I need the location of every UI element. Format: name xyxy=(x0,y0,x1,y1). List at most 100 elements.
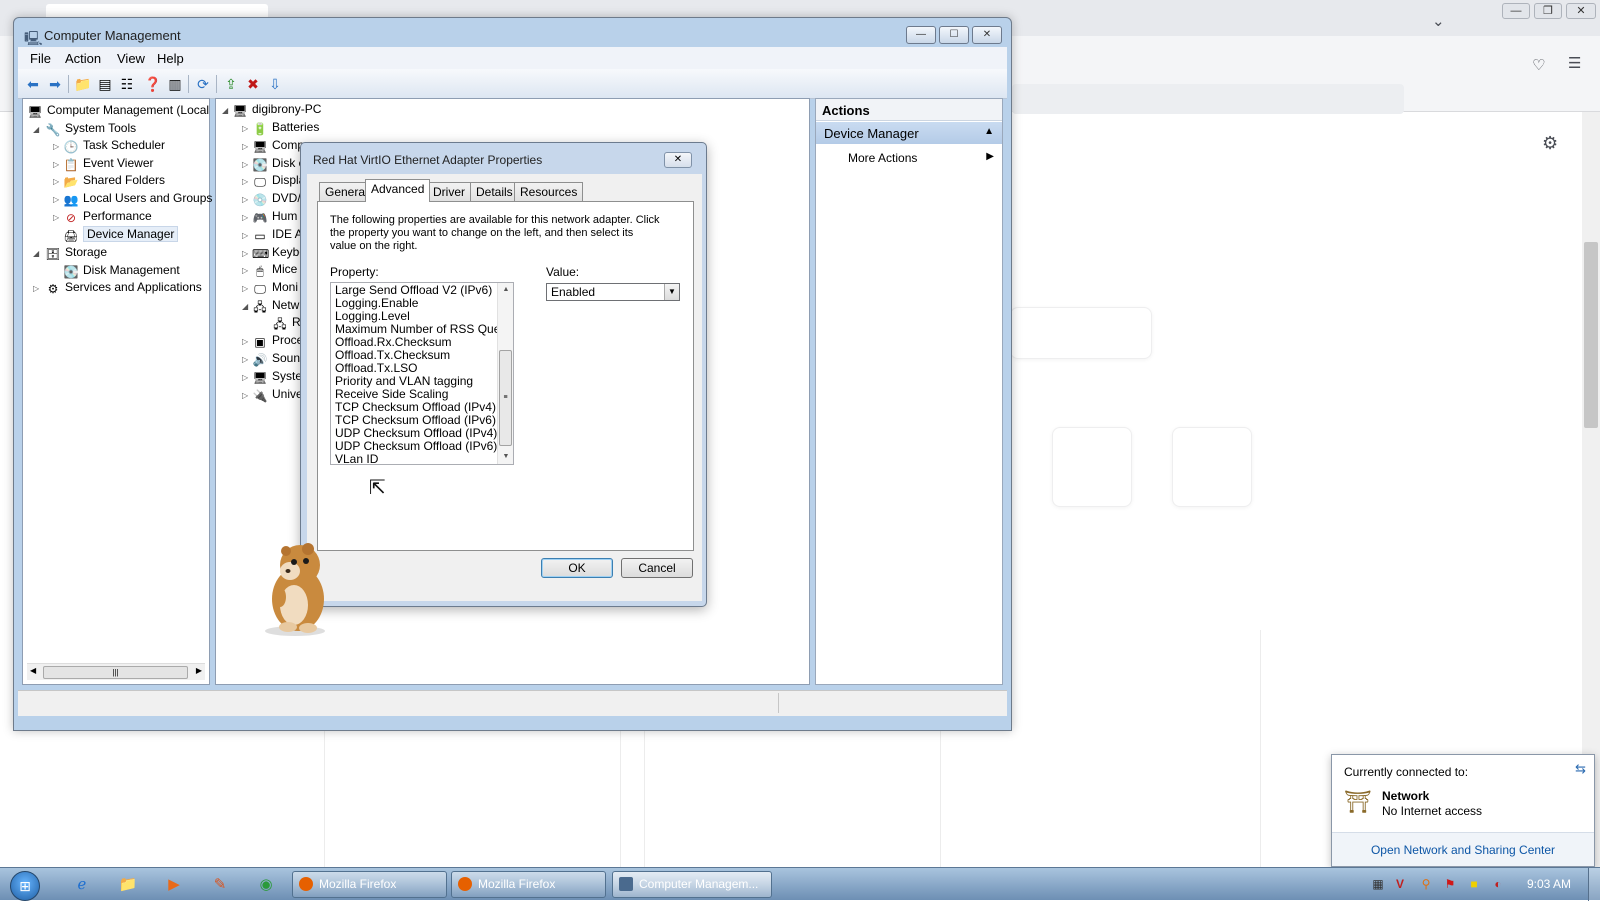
scroll-up-arrow-icon[interactable]: ▲ xyxy=(498,283,513,297)
tree-services[interactable]: ⚙ Services and Applications xyxy=(45,278,202,296)
tray-notes-icon[interactable]: ■ xyxy=(1466,876,1482,892)
tray-network-icon[interactable]: ▦ xyxy=(1370,876,1386,892)
expand-arrow-icon[interactable]: ▷ xyxy=(53,195,59,204)
collapse-arrow-icon[interactable]: ◢ xyxy=(33,125,39,134)
open-network-center-link[interactable]: Open Network and Sharing Center xyxy=(1332,832,1594,866)
horizontal-scrollbar[interactable]: ◀ ||| ▶ xyxy=(27,663,205,680)
device-category[interactable]: 🎮 Hum xyxy=(252,207,298,225)
tab-details[interactable]: Details xyxy=(470,182,519,201)
firefox-close-button[interactable]: ✕ xyxy=(1566,3,1596,19)
tray-v-icon[interactable]: V xyxy=(1392,876,1408,892)
tab-resources[interactable]: Resources xyxy=(514,182,584,201)
expand-arrow-icon[interactable]: ▷ xyxy=(242,337,248,346)
tree-performance[interactable]: ⊘ Performance xyxy=(63,207,152,225)
chevron-down-icon[interactable]: ⌄ xyxy=(1432,12,1445,30)
expand-arrow-icon[interactable]: ▷ xyxy=(242,160,248,169)
internet-explorer-icon[interactable]: ℯ xyxy=(70,874,94,896)
expand-arrow-icon[interactable]: ▷ xyxy=(53,142,59,151)
tree-task-scheduler[interactable]: 🕒 Task Scheduler xyxy=(63,136,166,154)
ok-button[interactable]: OK xyxy=(541,558,613,578)
device-category[interactable]: ⌨ Keybo xyxy=(252,243,306,261)
device-category[interactable]: 💽 Disk c xyxy=(252,154,305,172)
show-desktop-button[interactable] xyxy=(1588,868,1600,901)
device-category[interactable]: ▣ Proce xyxy=(252,331,303,349)
expand-arrow-icon[interactable]: ▷ xyxy=(242,391,248,400)
top-site-tile[interactable] xyxy=(1172,427,1252,507)
expand-arrow-icon[interactable]: ▷ xyxy=(53,213,59,222)
taskbar-firefox-2[interactable]: Mozilla Firefox xyxy=(451,871,606,898)
device-category[interactable]: 🖵 Displa xyxy=(252,171,305,189)
collapse-arrow-icon[interactable]: ◢ xyxy=(242,302,248,311)
media-player-icon[interactable]: ▶ xyxy=(162,874,186,896)
expand-arrow-icon[interactable]: ▷ xyxy=(242,231,248,240)
collapse-up-icon[interactable]: ▲ xyxy=(984,126,994,137)
hamster-mascot-image[interactable] xyxy=(250,537,340,637)
expand-arrow-icon[interactable]: ▷ xyxy=(53,160,59,169)
expand-arrow-icon[interactable]: ▷ xyxy=(242,142,248,151)
menu-help[interactable]: Help xyxy=(157,51,184,66)
expand-arrow-icon[interactable]: ▷ xyxy=(242,195,248,204)
more-actions-item[interactable]: More Actions xyxy=(848,151,917,165)
value-dropdown[interactable]: Enabled ▼ xyxy=(546,283,680,301)
expand-arrow-icon[interactable]: ▷ xyxy=(242,213,248,222)
top-site-tile[interactable] xyxy=(1052,427,1132,507)
expand-arrow-icon[interactable]: ▷ xyxy=(242,355,248,364)
menu-view[interactable]: View xyxy=(117,51,145,66)
collapse-arrow-icon[interactable]: ◢ xyxy=(33,249,39,258)
list-view-icon[interactable]: ☷ xyxy=(118,75,136,93)
paint-icon[interactable]: ✎ xyxy=(208,874,232,896)
close-button[interactable]: ✕ xyxy=(972,26,1002,44)
hamburger-menu-icon[interactable]: ☰ xyxy=(1568,54,1581,72)
property-list-scroll-thumb[interactable]: ≡ xyxy=(499,350,512,446)
show-hide-tree-icon[interactable]: ▤ xyxy=(96,75,114,93)
menu-file[interactable]: File xyxy=(30,51,51,66)
expand-arrow-icon[interactable]: ▷ xyxy=(242,373,248,382)
tab-advanced[interactable]: Advanced xyxy=(365,179,431,202)
minimize-button[interactable]: — xyxy=(906,26,936,44)
device-category[interactable]: 🖥 Syste xyxy=(252,367,302,385)
device-category[interactable]: 🖵 Moni xyxy=(252,278,298,296)
device-category[interactable]: 💿 DVD/ xyxy=(252,189,301,207)
tree-root[interactable]: 🖥 Computer Management (Local xyxy=(27,101,209,119)
firefox-urlbar[interactable] xyxy=(1012,84,1404,114)
device-category[interactable]: 🖧 Netw xyxy=(252,296,299,314)
action-pane-icon[interactable]: ▥ xyxy=(166,75,184,93)
taskbar-computer-management[interactable]: Computer Managem... xyxy=(612,871,772,898)
property-list[interactable]: Large Send Offload V2 (IPv6) Logging.Ena… xyxy=(330,282,514,465)
scan-hardware-icon[interactable]: ⟳ xyxy=(194,75,212,93)
device-category[interactable]: 🔋 Batteries xyxy=(252,118,320,136)
start-button[interactable]: ⊞ xyxy=(10,871,40,901)
actions-device-manager-section[interactable]: Device Manager ▲ xyxy=(816,122,1002,144)
cancel-button[interactable]: Cancel xyxy=(621,558,693,578)
file-explorer-icon[interactable]: 📁 xyxy=(116,874,140,896)
scroll-down-arrow-icon[interactable]: ▼ xyxy=(498,450,513,464)
tray-app-icon[interactable]: ◐ xyxy=(1490,876,1506,892)
scroll-left-arrow-icon[interactable]: ◀ xyxy=(30,666,36,675)
expand-arrow-icon[interactable]: ▷ xyxy=(242,124,248,133)
expand-arrow-icon[interactable]: ▷ xyxy=(53,177,59,186)
maximize-button[interactable]: ☐ xyxy=(939,26,969,44)
tree-shared-folders[interactable]: 📂 Shared Folders xyxy=(63,171,166,189)
help-icon[interactable]: ❓ xyxy=(144,75,162,93)
back-arrow-icon[interactable]: ⬅ xyxy=(24,75,42,93)
expand-arrow-icon[interactable]: ▷ xyxy=(242,249,248,258)
firefox-restore-button[interactable]: ❐ xyxy=(1534,3,1562,19)
device-category[interactable]: 🔊 Soun xyxy=(252,349,301,367)
firefox-tab[interactable] xyxy=(46,4,268,18)
device-category[interactable]: ▭ IDE A xyxy=(252,225,302,243)
firefox-scroll-thumb[interactable] xyxy=(1584,242,1598,428)
enable-device-icon[interactable]: ⇩ xyxy=(266,75,284,93)
horizontal-scroll-thumb[interactable]: ||| xyxy=(43,666,188,679)
expand-arrow-icon[interactable]: ▷ xyxy=(33,284,39,293)
pocket-icon[interactable]: ♡ xyxy=(1532,56,1545,74)
property-list-scrollbar[interactable]: ▲ ≡ ▼ xyxy=(497,283,513,464)
device-category[interactable]: 🖱 Mice xyxy=(252,260,297,278)
property-item[interactable]: VLan ID xyxy=(331,453,513,465)
tree-local-users[interactable]: 👥 Local Users and Groups xyxy=(63,189,213,207)
taskbar-clock[interactable]: 9:03 AM xyxy=(1527,877,1571,891)
expand-arrow-icon[interactable]: ▷ xyxy=(242,266,248,275)
scroll-right-arrow-icon[interactable]: ▶ xyxy=(196,666,202,675)
tree-event-viewer[interactable]: 📋 Event Viewer xyxy=(63,154,154,172)
tray-flag-icon[interactable]: ⚑ xyxy=(1442,876,1458,892)
menu-action[interactable]: Action xyxy=(65,51,101,66)
